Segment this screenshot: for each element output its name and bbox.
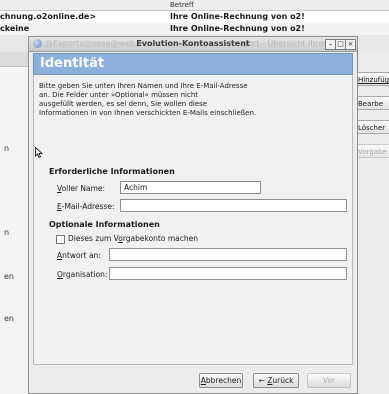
background-text-fragment: n [4,144,10,153]
organisation-field[interactable] [109,267,347,280]
message-subject: Ihre Online-Rechnung von o2! [170,24,305,33]
back-button[interactable]: ← Zurück [253,373,299,388]
message-subject: Ihre Online-Rechnung von o2! [170,12,305,21]
edit-account-label: Bearbe [358,100,384,108]
next-button[interactable]: Vor [307,373,351,388]
intro-line: Informationen in von Ihnen verschickten … [39,109,257,117]
full-name-field[interactable]: Achim [120,181,261,194]
dialog-title: Evolution-Kontoassistent [136,39,250,48]
column-header-subject[interactable]: Betreff [170,1,194,9]
page-title: Identität [40,56,105,71]
background-text-fragment: en [4,314,14,323]
email-label: E-Mail-Adresse: [57,202,115,211]
message-sender: ckeine [0,24,30,33]
intro-line: an. Die Felder unter »Optional« müssen n… [39,91,199,99]
default-account-checkbox[interactable] [56,235,65,244]
edit-account-button[interactable]: Bearbe [354,96,389,110]
background-text-fragment: en [4,272,14,281]
add-account-button[interactable]: Hinzufüg [354,72,389,86]
close-icon[interactable]: × [345,39,356,50]
intro-line: ausgefüllt werden, es sei denn, Sie woll… [39,100,208,108]
add-account-label: Hinzufüg [358,76,389,84]
default-account-label: Vorgabe [358,148,387,156]
account-assistant-dialog: @Exportadresse@web.de port - Übersicht I… [28,36,358,394]
mouse-pointer-icon [35,147,43,158]
default-account-checkbox-label[interactable]: Dieses zum Vorgabekonto machen [68,234,198,243]
intro-line: Bitte geben Sie unten Ihren Namen und Ih… [39,82,248,90]
message-row[interactable]: ckeine Ihre Online-Rechnung von o2! [0,23,389,35]
delete-account-button[interactable]: Löscher [354,120,389,134]
reply-to-label: Antwort an: [57,251,101,260]
intro-text: Bitte geben Sie unten Ihren Namen und Ih… [39,82,339,118]
page-banner: Identität [33,53,353,75]
message-list-header: Betreff [0,0,389,11]
message-row[interactable]: chnung.o2online.de> Ihre Online-Rechnung… [0,11,389,23]
email-field[interactable] [120,199,347,212]
back-arrow-icon: ← [258,376,268,385]
optional-section-title: Optionale Informationen [49,220,160,229]
full-name-label: Voller Name: [57,184,106,193]
default-account-button[interactable]: Vorgabe [354,144,389,158]
identity-page: Bitte geben Sie unten Ihren Namen und Ih… [33,75,353,365]
cancel-button[interactable]: Abbrechen [199,373,243,388]
background-text-fragment: n [4,228,10,237]
message-sender: chnung.o2online.de> [0,12,97,21]
dialog-titlebar[interactable]: @Exportadresse@web.de port - Übersicht I… [29,37,357,52]
reply-to-field[interactable] [109,248,347,261]
organisation-label: Organisation: [57,270,108,279]
required-section-title: Erforderliche Informationen [49,167,175,176]
delete-account-label: Löscher [358,124,386,132]
